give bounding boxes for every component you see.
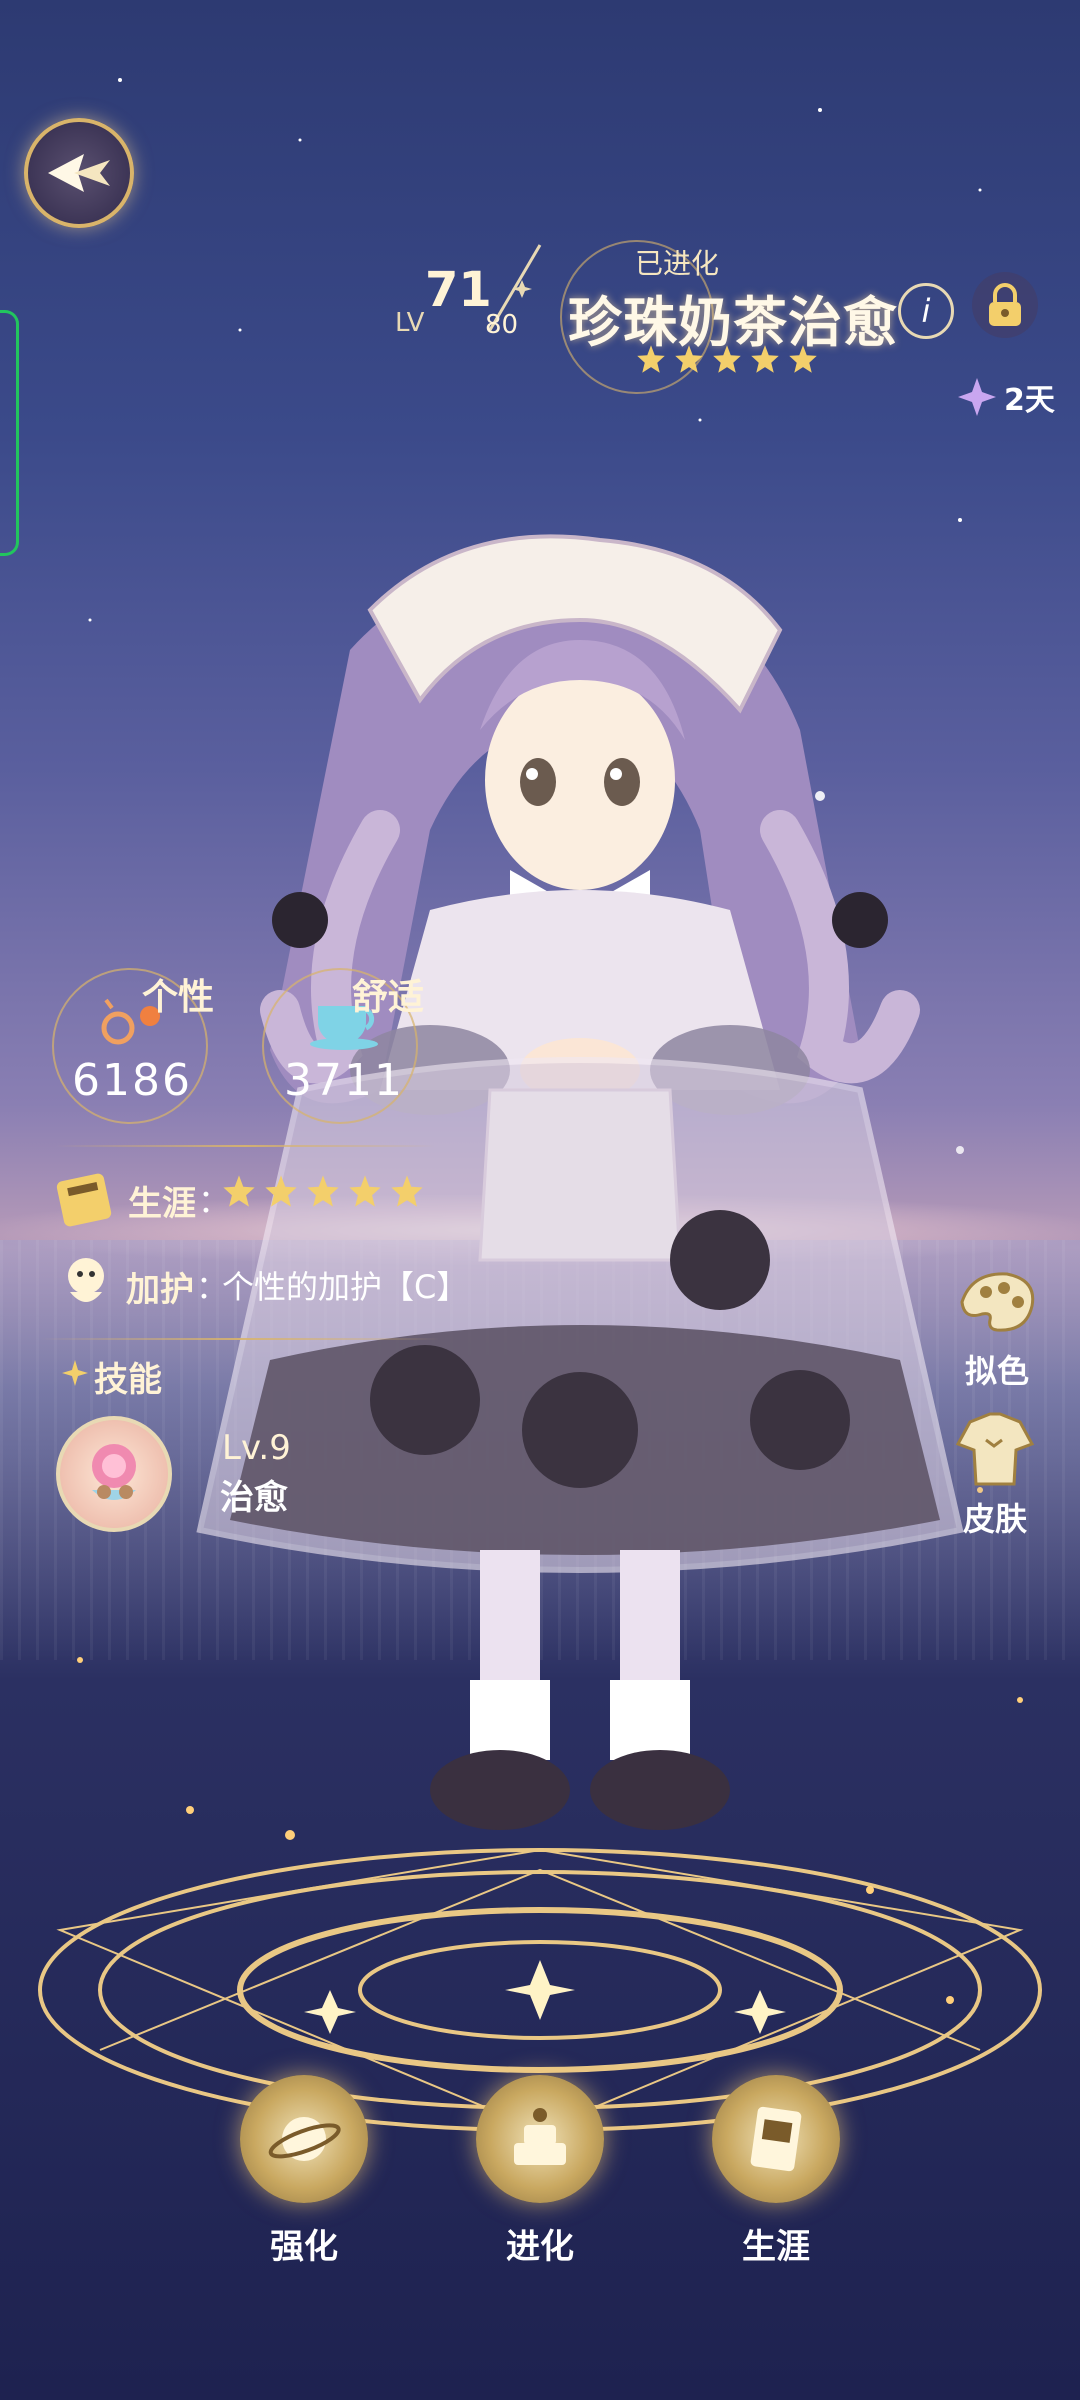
evolve-icon-wrap — [476, 2075, 604, 2203]
back-button[interactable] — [24, 118, 134, 228]
blessing-divider — [40, 1338, 440, 1340]
level-label: LV — [395, 308, 425, 338]
spirit-icon — [68, 1258, 104, 1302]
enhance-button[interactable]: 强化 — [240, 2075, 368, 2268]
career-stars — [222, 1174, 424, 1208]
rarity-star-icon — [713, 345, 741, 373]
comfort-label: 舒适 — [352, 977, 425, 1018]
personality-label: 个性 — [142, 977, 215, 1018]
personality-value: 6186 — [72, 1055, 192, 1106]
career-icon-wrap — [712, 2075, 840, 2203]
career-star-icon — [391, 1175, 423, 1207]
stats-divider — [55, 1145, 435, 1147]
timer-text: 2天 — [1004, 383, 1055, 418]
rarity-star-icon — [637, 345, 665, 373]
timer-badge: 2天 — [958, 375, 1055, 419]
diamond-sparkle-icon — [958, 378, 996, 416]
career-book-icon — [56, 1173, 112, 1227]
career-star-icon — [265, 1175, 297, 1207]
career-card-icon — [750, 2106, 802, 2172]
recolor-label: 拟色 — [964, 1352, 1029, 1390]
rarity-star-icon — [675, 345, 703, 373]
skin-label: 皮肤 — [962, 1500, 1027, 1538]
recolor-button[interactable]: 拟色 — [952, 1262, 1042, 1390]
palette-icon — [960, 1272, 1035, 1332]
comfort-value: 3711 — [284, 1055, 404, 1106]
evolve-button[interactable]: 进化 — [476, 2075, 604, 2268]
skill-name: 治愈 — [220, 1478, 288, 1518]
career-star-icon — [307, 1175, 339, 1207]
enhance-label: 强化 — [270, 2227, 338, 2267]
blessing-label: 加护 — [126, 1270, 194, 1310]
skill-button[interactable] — [56, 1416, 172, 1532]
skin-button[interactable]: 皮肤 — [950, 1410, 1040, 1538]
lock-icon — [989, 283, 1021, 326]
rarity-stars — [636, 344, 818, 374]
sparkle-icon — [62, 1360, 88, 1386]
enhance-icon-wrap — [240, 2075, 368, 2203]
skill-section-label: 技能 — [94, 1360, 162, 1400]
career-label: 生涯 — [128, 1184, 196, 1224]
character-illustration — [196, 534, 964, 1830]
healing-rose-icon — [92, 1444, 136, 1500]
evolve-cake-icon — [514, 2108, 566, 2165]
skill-level: Lv.9 — [222, 1428, 291, 1468]
career-star-icon — [223, 1175, 255, 1207]
level-max: 80 — [485, 310, 519, 340]
evolved-tag: 已进化 — [635, 247, 720, 280]
back-arrow-icon — [48, 154, 110, 192]
evolve-label: 进化 — [506, 2227, 574, 2267]
career-button[interactable]: 生涯 — [712, 2075, 840, 2268]
career-star-icon — [349, 1175, 381, 1207]
rarity-star-icon — [751, 345, 779, 373]
info-icon: i — [921, 292, 931, 330]
side-drawer-tab[interactable] — [0, 310, 19, 556]
skin-outfit-icon — [955, 1412, 1035, 1486]
planet-icon — [268, 2117, 341, 2161]
blessing-value[interactable]: 个性的加护【C】 — [222, 1262, 468, 1308]
rarity-star-icon — [789, 345, 817, 373]
info-button[interactable]: i — [898, 283, 954, 339]
lock-button[interactable] — [972, 272, 1038, 338]
career-label-bottom: 生涯 — [742, 2227, 810, 2267]
